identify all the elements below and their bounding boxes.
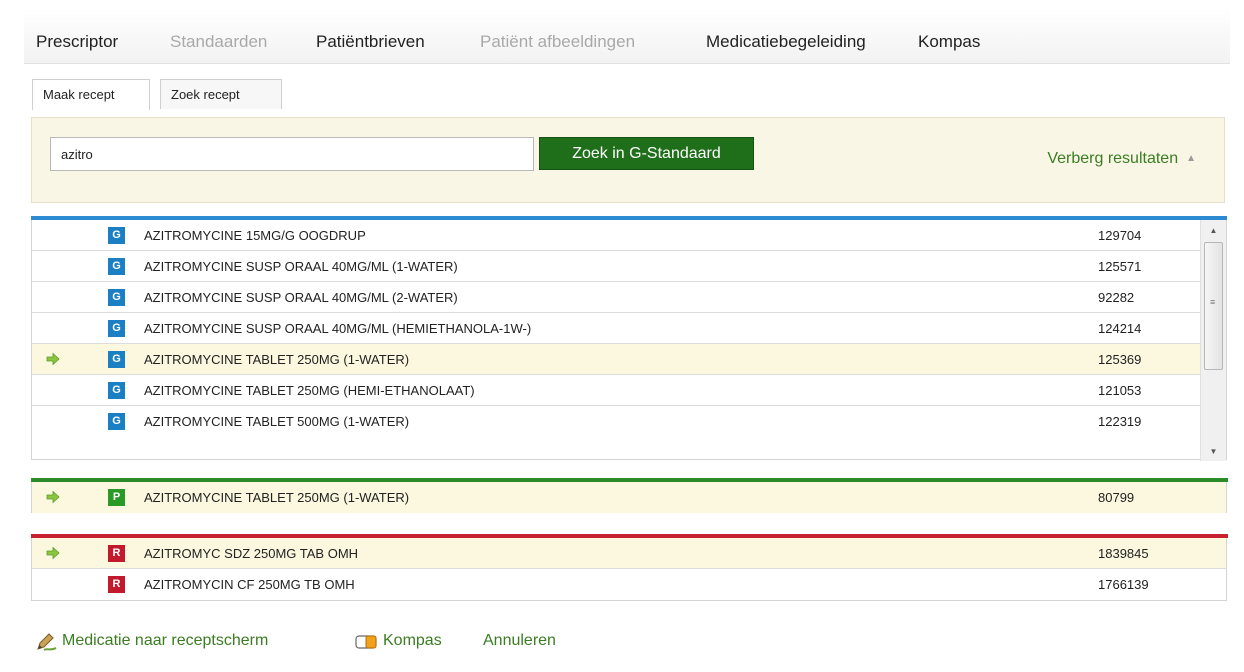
scroll-down-icon[interactable]: ▼ — [1201, 443, 1226, 461]
product-name: AZITROMYCINE TABLET 250MG (HEMI-ETHANOLA… — [144, 383, 475, 398]
nav-patientbrieven[interactable]: Patiëntbrieven — [316, 32, 425, 52]
nav-prescriptor[interactable]: Prescriptor — [36, 32, 118, 52]
product-code: 125571 — [1098, 259, 1142, 274]
kompas-link[interactable]: Kompas — [383, 632, 442, 650]
r-badge: R — [108, 545, 125, 562]
g-badge: G — [108, 413, 125, 430]
arrow-right-icon — [46, 490, 60, 504]
product-name: AZITROMYCINE SUSP ORAAL 40MG/ML (1-WATER… — [144, 259, 458, 274]
table-row-selected[interactable]: R AZITROMYC SDZ 250MG TAB OMH 1839845 — [32, 538, 1226, 569]
hide-results-label: Verberg resultaten — [1047, 150, 1179, 167]
results-p-list: P AZITROMYCINE TABLET 250MG (1-WATER) 80… — [32, 482, 1226, 513]
g-badge: G — [108, 227, 125, 244]
cancel-link[interactable]: Annuleren — [483, 632, 556, 650]
grip-icon: ≡ — [1210, 297, 1216, 307]
top-navigation: Prescriptor Standaarden Patiëntbrieven P… — [24, 8, 1230, 64]
product-name: AZITROMYCINE TABLET 250MG (1-WATER) — [144, 490, 410, 505]
table-row-selected[interactable]: P AZITROMYCINE TABLET 250MG (1-WATER) 80… — [32, 482, 1226, 513]
nav-kompas[interactable]: Kompas — [918, 32, 980, 52]
table-row[interactable]: G AZITROMYCINE TABLET 500MG (1-WATER) 12… — [32, 406, 1200, 437]
arrow-right-icon — [46, 352, 60, 366]
medication-to-prescription-link[interactable]: Medicatie naar receptscherm — [62, 632, 268, 650]
product-code: 80799 — [1098, 490, 1135, 505]
hide-results-toggle[interactable]: Verberg resultaten ▲ — [1047, 150, 1196, 168]
search-g-standaard-button[interactable]: Zoek in G-Standaard — [539, 137, 754, 170]
results-r-section: R AZITROMYC SDZ 250MG TAB OMH 1839845 R … — [31, 534, 1228, 601]
product-name: AZITROMYCINE 15MG/G OOGDRUP — [144, 228, 366, 243]
results-scrollbar[interactable]: ▲ ≡ ▼ — [1200, 220, 1226, 461]
pencil-edit-icon — [37, 633, 57, 651]
tab-zoek-recept[interactable]: Zoek recept — [160, 79, 282, 109]
table-row[interactable]: G AZITROMYCINE SUSP ORAAL 40MG/ML (HEMIE… — [32, 313, 1200, 344]
product-code: 122319 — [1098, 414, 1142, 429]
search-panel: Zoek in G-Standaard Verberg resultaten ▲ — [31, 117, 1225, 203]
g-badge: G — [108, 258, 125, 275]
product-code: 121053 — [1098, 383, 1142, 398]
p-badge: P — [108, 489, 125, 506]
table-row[interactable]: R AZITROMYCIN CF 250MG TB OMH 1766139 — [32, 569, 1226, 600]
results-g-section: G AZITROMYCINE 15MG/G OOGDRUP 129704 G A… — [31, 216, 1227, 461]
product-name: AZITROMYCINE TABLET 250MG (1-WATER) — [144, 352, 410, 367]
product-name: AZITROMYC SDZ 250MG TAB OMH — [144, 546, 359, 561]
tab-maak-recept[interactable]: Maak recept — [32, 79, 150, 110]
compass-book-icon — [355, 635, 377, 649]
nav-medicatiebegeleiding[interactable]: Medicatiebegeleiding — [706, 32, 866, 52]
nav-patient-afbeeldingen[interactable]: Patiënt afbeeldingen — [480, 32, 635, 52]
product-name: AZITROMYCIN CF 250MG TB OMH — [144, 577, 355, 592]
scroll-up-icon[interactable]: ▲ — [1201, 222, 1226, 240]
product-code: 124214 — [1098, 321, 1142, 336]
product-name: AZITROMYCINE SUSP ORAAL 40MG/ML (2-WATER… — [144, 290, 458, 305]
nav-standaarden[interactable]: Standaarden — [170, 32, 267, 52]
g-badge: G — [108, 382, 125, 399]
results-g-list: G AZITROMYCINE 15MG/G OOGDRUP 129704 G A… — [32, 220, 1200, 437]
scrollbar-thumb[interactable]: ≡ — [1204, 242, 1223, 370]
product-code: 1766139 — [1098, 577, 1149, 592]
table-row[interactable]: G AZITROMYCINE SUSP ORAAL 40MG/ML (1-WAT… — [32, 251, 1200, 282]
product-code: 92282 — [1098, 290, 1135, 305]
results-p-section: P AZITROMYCINE TABLET 250MG (1-WATER) 80… — [31, 478, 1228, 513]
table-row[interactable]: G AZITROMYCINE TABLET 250MG (HEMI-ETHANO… — [32, 375, 1200, 406]
product-code: 1839845 — [1098, 546, 1149, 561]
product-code: 125369 — [1098, 352, 1142, 367]
table-row-selected[interactable]: G AZITROMYCINE TABLET 250MG (1-WATER) 12… — [32, 344, 1200, 375]
g-badge: G — [108, 320, 125, 337]
r-badge: R — [108, 576, 125, 593]
results-r-list: R AZITROMYC SDZ 250MG TAB OMH 1839845 R … — [32, 538, 1226, 600]
table-row[interactable]: G AZITROMYCINE SUSP ORAAL 40MG/ML (2-WAT… — [32, 282, 1200, 313]
product-name: AZITROMYCINE TABLET 500MG (1-WATER) — [144, 414, 410, 429]
product-code: 129704 — [1098, 228, 1142, 243]
g-badge: G — [108, 351, 125, 368]
product-name: AZITROMYCINE SUSP ORAAL 40MG/ML (HEMIETH… — [144, 321, 532, 336]
g-badge: G — [108, 289, 125, 306]
table-row[interactable]: G AZITROMYCINE 15MG/G OOGDRUP 129704 — [32, 220, 1200, 251]
collapse-up-icon: ▲ — [1186, 153, 1196, 164]
arrow-right-icon — [46, 546, 60, 560]
search-input[interactable] — [50, 137, 534, 171]
